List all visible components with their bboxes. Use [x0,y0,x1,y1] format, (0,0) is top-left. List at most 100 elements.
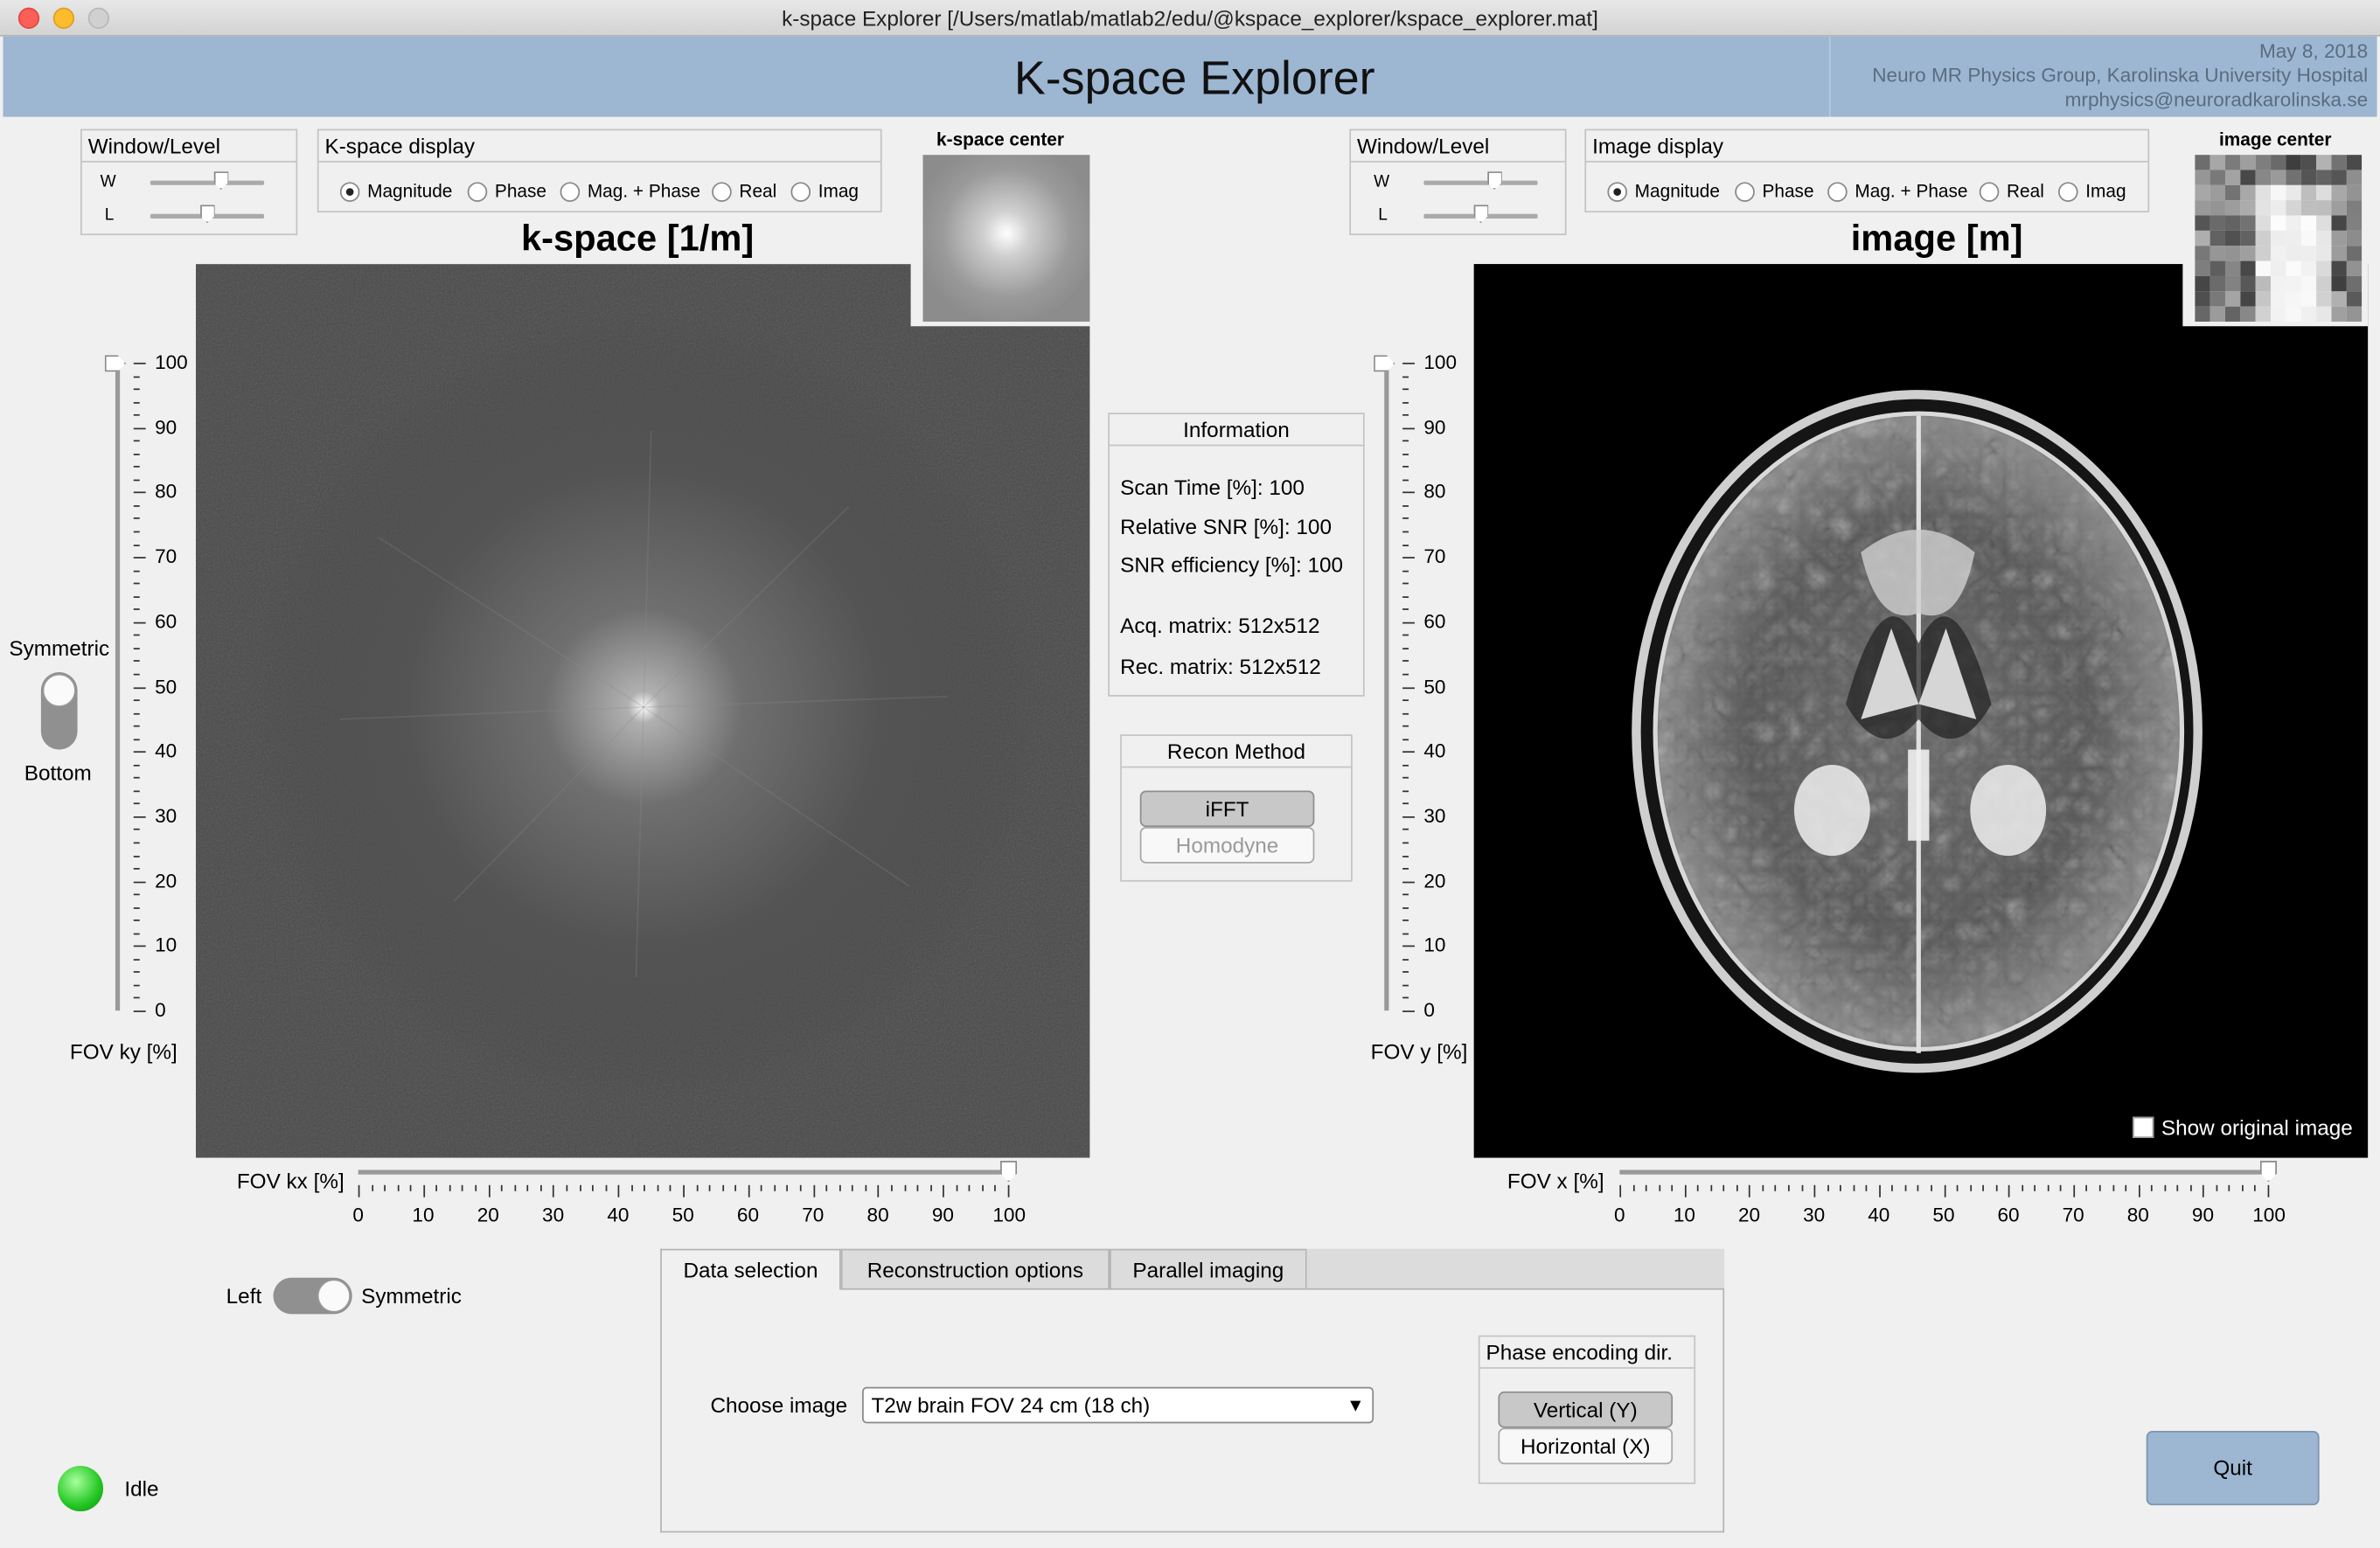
radio-magnitude[interactable]: Magnitude [1607,181,1720,202]
level-slider-thumb[interactable] [1472,205,1489,224]
tick-mark [526,1184,529,1191]
pixel [2195,200,2210,216]
show-original-checkbox[interactable] [2132,1116,2154,1138]
radio-circle[interactable] [339,181,360,202]
w-label: W [100,172,116,191]
pixel [2255,155,2272,170]
pixel [2271,155,2286,170]
radio-phase[interactable]: Phase [467,181,546,202]
choose-image-dropdown[interactable]: T2w brain FOV 24 cm (18 ch) ▼ [862,1386,1374,1424]
window-slider[interactable] [1423,180,1538,185]
pixel [2240,291,2256,307]
tick-mark [435,1184,438,1191]
tick-label: 0 [1423,998,1435,1022]
radio-circle[interactable] [1607,181,1627,202]
tick-mark [133,997,140,1000]
homodyne-button[interactable]: Homodyne [1139,827,1315,864]
radio-circle[interactable] [560,181,581,202]
tick-mark [1891,1184,1894,1191]
ifft-button[interactable]: iFFT [1139,790,1315,828]
kspace-image[interactable] [195,264,1090,1158]
brain-image[interactable]: Show original image [1473,264,2369,1158]
slider-thumb[interactable] [1000,1161,1018,1183]
pixel [2346,184,2363,201]
kspace-center-inset: k-space center [910,127,1090,327]
tick-mark [1697,1184,1699,1191]
tab-parallel-imaging[interactable]: Parallel imaging [1110,1248,1307,1290]
tab-reconstruction-options[interactable]: Reconstruction options [840,1248,1110,1290]
radio-circle[interactable] [712,181,732,202]
tick-mark [994,1184,997,1191]
kx-symmetric-toggle[interactable] [273,1277,352,1315]
tick-mark [449,1184,451,1191]
tick-mark [1402,466,1409,469]
kspace-center-title: k-space center [936,128,1064,150]
show-original-label: Show original image [2161,1114,2353,1140]
slider-thumb[interactable] [1374,355,1395,372]
tick-mark [2267,1184,2270,1197]
window-slider[interactable] [150,180,265,185]
pixel [2210,230,2225,246]
tick-mark [1402,699,1409,702]
pixel [2224,246,2241,261]
pixel [2210,275,2225,292]
radio-magnitude[interactable]: Magnitude [339,181,452,202]
tick-mark [2163,1184,2166,1191]
radio-circle[interactable] [467,181,488,202]
tick-mark [1402,570,1409,572]
info-rec-matrix: Rec. matrix: 512x512 [1120,654,1321,678]
tick-mark [1402,595,1409,598]
radio-circle[interactable] [1979,181,2000,202]
pixel [2210,155,2225,170]
tick-label: 40 [155,739,177,762]
radio-circle[interactable] [790,181,811,202]
radio-real[interactable]: Real [712,181,776,202]
show-original-option[interactable]: Show original image [2132,1114,2353,1140]
radio-label: Imag [818,180,859,202]
tick-mark [133,375,140,378]
tick-mark [708,1184,711,1191]
tick-mark [1402,738,1409,740]
tick-label: 10 [412,1203,435,1226]
radio-mag-phase[interactable]: Mag. + Phase [1827,181,1968,202]
pixel [2195,291,2210,307]
horizontal-x-button[interactable]: Horizontal (X) [1498,1427,1674,1465]
slider-thumb[interactable] [104,355,127,372]
radio-imag[interactable]: Imag [790,181,859,202]
pixel [2255,184,2272,201]
tab-data-selection[interactable]: Data selection [660,1248,841,1290]
pixel [2300,170,2317,185]
radio-circle[interactable] [1827,181,1848,202]
tick-mark [592,1184,594,1191]
tick-mark [1827,1184,1829,1191]
window-slider-thumb[interactable] [212,171,229,190]
level-slider-thumb[interactable] [199,205,215,224]
pixel [2300,306,2317,323]
window-slider-thumb[interactable] [1486,171,1502,190]
radio-mag-phase[interactable]: Mag. + Phase [560,181,700,202]
tick-mark [1800,1184,1803,1191]
pixel [2210,170,2225,185]
quit-button[interactable]: Quit [2146,1431,2320,1506]
slider-thumb[interactable] [2259,1161,2277,1183]
radio-real[interactable]: Real [1979,180,2044,202]
tick-mark [2189,1184,2192,1191]
radio-circle[interactable] [2058,181,2078,202]
radio-label: Real [2006,180,2044,202]
tick-mark [1402,802,1409,805]
radio-circle[interactable] [1735,181,1755,202]
pixel [2346,291,2363,307]
htoggle-left-label: Left [226,1283,262,1309]
radio-phase[interactable]: Phase [1735,181,1814,202]
tick-mark [1402,686,1415,689]
tick-mark [410,1184,412,1191]
radio-imag[interactable]: Imag [2058,181,2126,202]
ky-symmetric-toggle[interactable] [40,672,78,750]
tick-mark [2098,1184,2101,1191]
tick-mark [133,958,140,961]
pixel [2240,170,2256,185]
tick-label: 100 [2252,1203,2286,1226]
tick-mark [133,673,140,676]
pixel [2224,184,2241,201]
vertical-y-button[interactable]: Vertical (Y) [1498,1391,1674,1428]
